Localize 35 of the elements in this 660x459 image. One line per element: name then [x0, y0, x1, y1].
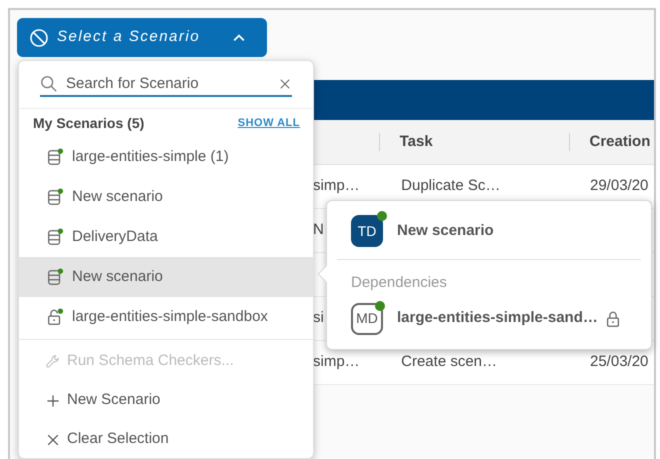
database-icon [46, 268, 64, 286]
column-header[interactable]: Task [400, 130, 433, 154]
table-cell: Create scen… [401, 353, 498, 370]
table-cell: 29/03/20 [590, 177, 648, 194]
table-cell: N [313, 221, 324, 238]
table-cell: si [313, 309, 324, 326]
scenario-item[interactable]: large-entities-simple-sandbox [19, 297, 313, 337]
scenario-item[interactable]: DeliveryData [19, 217, 313, 257]
database-icon [46, 228, 64, 246]
database-icon [46, 188, 64, 206]
scenario-item[interactable]: large-entities-simple (1) [19, 137, 313, 177]
scenario-name: New scenario [397, 220, 494, 241]
table-cell: 25/03/20 [590, 353, 648, 370]
menu-item[interactable]: Clear Selection [19, 420, 313, 459]
table-cell: Duplicate Sc… [401, 177, 500, 194]
scenario-item[interactable]: New scenario [19, 257, 313, 297]
clear-icon [278, 77, 292, 91]
section-title: Dependencies [350, 273, 448, 293]
database-icon [46, 148, 64, 166]
wrench-icon [45, 354, 61, 370]
dependency-name: large-entities-simple-sand… [397, 308, 598, 328]
search-field[interactable]: Search for Scenario [66, 73, 270, 95]
ban-icon [29, 28, 49, 48]
lock-icon [46, 308, 64, 326]
column-header[interactable]: Creation [590, 130, 650, 154]
search-icon [40, 75, 58, 93]
table-cell: simp… [313, 353, 360, 370]
menu-item[interactable]: New Scenario [19, 381, 313, 420]
scenario-item[interactable]: New scenario [19, 177, 313, 217]
show-all-link[interactable]: SHOW ALL [238, 114, 300, 132]
table-cell: simp… [313, 177, 360, 194]
section-title: My Scenarios (5) [33, 114, 144, 133]
scenario-select-button[interactable]: Select a Scenario [17, 18, 267, 57]
avatar: MD [351, 302, 383, 334]
plus-icon [45, 392, 61, 408]
